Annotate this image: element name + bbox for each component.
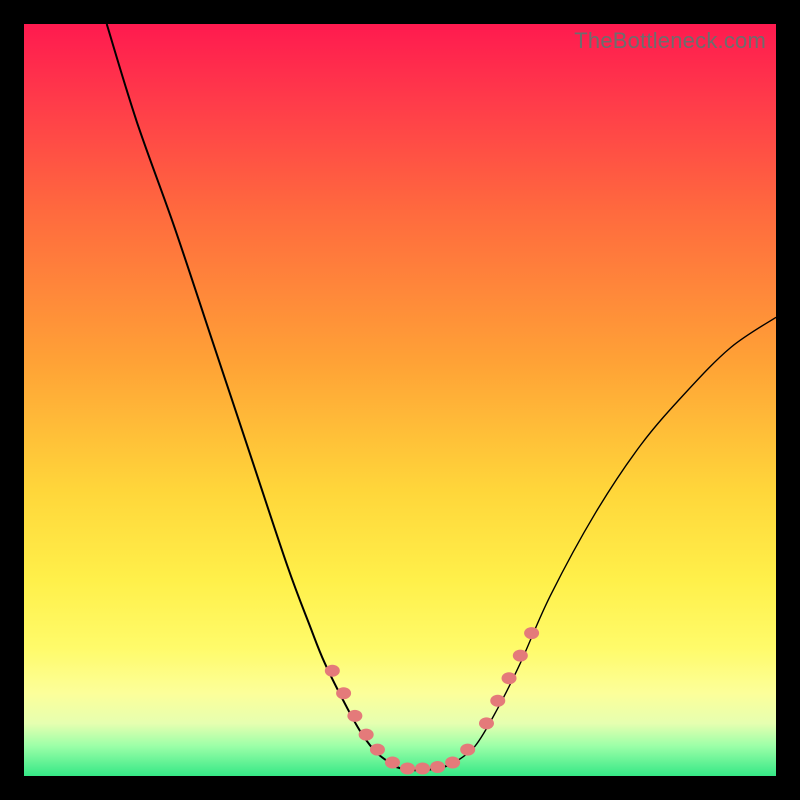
marker-point: [513, 650, 528, 662]
marker-point: [400, 762, 415, 774]
marker-point: [430, 761, 445, 773]
marker-point: [385, 756, 400, 768]
chart-svg: [24, 24, 776, 776]
marker-point: [460, 744, 475, 756]
marker-point: [347, 710, 362, 722]
marker-point: [359, 729, 374, 741]
chart-frame: TheBottleneck.com: [24, 24, 776, 776]
marker-point: [325, 665, 340, 677]
marker-point: [445, 756, 460, 768]
marker-point: [479, 717, 494, 729]
watermark-text: TheBottleneck.com: [574, 28, 766, 54]
marker-point: [524, 627, 539, 639]
marker-point: [502, 672, 517, 684]
marker-point: [490, 695, 505, 707]
marker-point: [415, 762, 430, 774]
marker-group: [325, 627, 539, 774]
marker-point: [370, 744, 385, 756]
curve-left-branch: [107, 24, 397, 767]
marker-point: [336, 687, 351, 699]
